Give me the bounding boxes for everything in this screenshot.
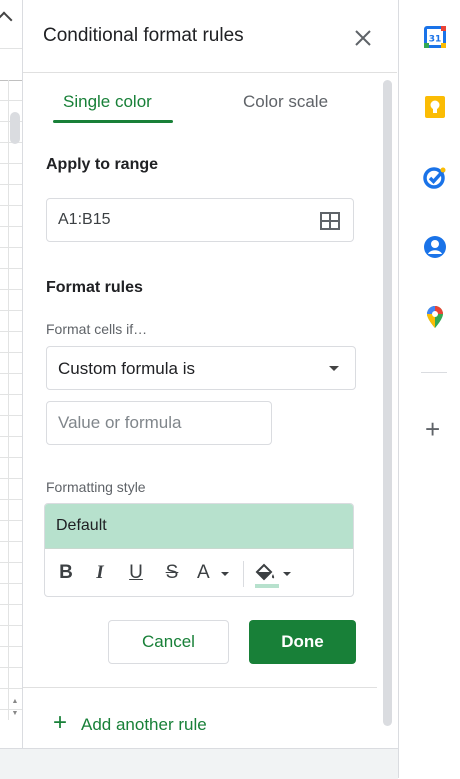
plus-icon: + xyxy=(53,709,68,736)
calendar-icon[interactable]: 31 xyxy=(423,25,447,49)
formula-input[interactable] xyxy=(48,403,268,443)
active-tab-indicator xyxy=(53,120,173,123)
formatting-style-box: Default B I U S A xyxy=(44,503,354,597)
tab-color-scale[interactable]: Color scale xyxy=(243,92,328,112)
range-value[interactable]: A1:B15 xyxy=(58,211,110,229)
chevron-down-icon xyxy=(221,572,229,576)
add-rule-label: Add another rule xyxy=(81,715,207,734)
fill-color-button[interactable] xyxy=(253,561,297,588)
conditional-format-panel: Conditional format rules Single color Co… xyxy=(23,0,397,748)
underline-button[interactable]: U xyxy=(125,561,147,585)
grid-select-icon[interactable] xyxy=(320,212,340,230)
close-icon[interactable] xyxy=(349,24,377,52)
italic-button[interactable]: I xyxy=(89,561,111,585)
calendar-day: 31 xyxy=(429,35,442,45)
format-cells-if-label: Format cells if… xyxy=(46,321,148,337)
sheet-divider xyxy=(0,48,22,49)
sheet-grid xyxy=(0,80,22,720)
style-toolbar: B I U S A xyxy=(45,549,353,596)
fill-color-swatch xyxy=(255,584,279,588)
cancel-button[interactable]: Cancel xyxy=(108,620,229,664)
side-apps-bar: 31 + xyxy=(398,0,460,778)
sheet-column-line xyxy=(8,80,9,720)
sheet-scroll-arrows[interactable]: ▲ ▼ xyxy=(10,696,20,736)
fill-color-icon xyxy=(255,563,275,581)
condition-value[interactable]: Custom formula is xyxy=(58,359,195,379)
chevron-down-icon xyxy=(283,572,291,576)
side-divider xyxy=(421,372,447,373)
bold-button[interactable]: B xyxy=(55,561,77,585)
strikethrough-button[interactable]: S xyxy=(161,561,183,585)
value-field[interactable] xyxy=(46,401,272,445)
sheet-scrollbar[interactable] xyxy=(10,112,20,144)
tasks-icon[interactable] xyxy=(423,165,447,189)
panel-title: Conditional format rules xyxy=(43,25,244,46)
sheet-bottom-bar xyxy=(0,748,398,779)
done-button[interactable]: Done xyxy=(249,620,356,664)
rule-type-tabs: Single color Color scale xyxy=(23,72,397,124)
apply-range-label: Apply to range xyxy=(46,156,159,173)
maps-icon[interactable] xyxy=(423,305,447,329)
chevron-down-icon[interactable] xyxy=(329,366,339,371)
panel-scrollbar[interactable] xyxy=(383,80,392,726)
toolbar-divider xyxy=(243,561,244,587)
panel-header: Conditional format rules xyxy=(23,0,397,73)
format-rules-label: Format rules xyxy=(46,279,143,296)
condition-select[interactable]: Custom formula is xyxy=(46,346,356,390)
style-preview-dropdown[interactable]: Default xyxy=(45,504,353,549)
collapse-caret-icon[interactable] xyxy=(0,11,13,29)
tab-single-color[interactable]: Single color xyxy=(63,92,152,112)
formatting-style-label: Formatting style xyxy=(46,479,146,495)
keep-icon[interactable] xyxy=(423,95,447,119)
panel-divider xyxy=(23,687,377,688)
style-preview-text: Default xyxy=(56,517,107,534)
range-input[interactable]: A1:B15 xyxy=(46,198,354,242)
contacts-icon[interactable] xyxy=(423,235,447,259)
spreadsheet-edge: ▲ ▼ xyxy=(0,0,23,778)
text-color-button[interactable]: A xyxy=(195,561,235,585)
text-color-icon: A xyxy=(197,562,210,583)
plus-icon[interactable]: + xyxy=(425,414,440,445)
